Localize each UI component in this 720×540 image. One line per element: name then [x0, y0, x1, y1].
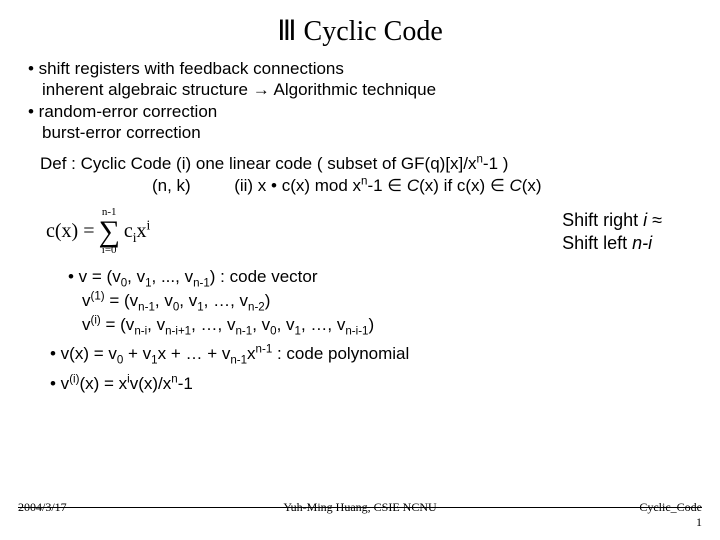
def-line2: (n, k) (ii) x • c(x) mod xn-1 ∈ C(x) if …	[40, 175, 692, 197]
poly-shift: • v(i)(x) = xiv(x)/xn-1	[28, 373, 692, 395]
footer-date: 2004/3/17	[18, 500, 138, 530]
intro-l2: inherent algebraic structure → Algorithm…	[28, 79, 692, 100]
formula-row: c(x) = n-1 ∑ i=0 cixi Shift right i ≈ Sh…	[28, 207, 692, 256]
summation-formula: c(x) = n-1 ∑ i=0 cixi	[28, 207, 150, 256]
footer-author: Yuh-Ming Huang, CSIE NCNU	[138, 500, 582, 530]
def-line1: Def : Cyclic Code (i) one linear code ( …	[40, 153, 692, 175]
intro-l1: • shift registers with feedback connecti…	[28, 58, 692, 79]
slide-title: Ⅲ Cyclic Code	[28, 14, 692, 48]
intro-l3: • random-error correction	[28, 101, 692, 122]
intro-l4: burst-error correction	[28, 122, 692, 143]
vec-shifti: v(i) = (vn-i, vn-i+1, …, vn-1, v0, v1, ……	[28, 314, 692, 336]
footer: 2004/3/17 Yuh-Ming Huang, CSIE NCNU Cycl…	[18, 500, 702, 530]
vec-def: • v = (v0, v1, ..., vn-1) : code vector	[28, 266, 692, 288]
poly-def: • v(x) = v0 + v1x + … + vn-1xn-1 : code …	[28, 343, 692, 365]
body-bullets: • v = (v0, v1, ..., vn-1) : code vector …	[28, 266, 692, 395]
vec-shift1: v(1) = (vn-1, v0, v1, …, vn-2)	[28, 290, 692, 312]
intro-block: • shift registers with feedback connecti…	[28, 58, 692, 143]
page-number: 1	[672, 515, 702, 530]
footer-right: Cyclic_Code1	[582, 500, 702, 530]
definition-block: Def : Cyclic Code (i) one linear code ( …	[40, 153, 692, 197]
sigma-icon: n-1 ∑ i=0	[98, 207, 119, 256]
shift-note: Shift right i ≈ Shift left n-i	[562, 209, 692, 254]
footer-topic: Cyclic_Code	[639, 500, 702, 514]
